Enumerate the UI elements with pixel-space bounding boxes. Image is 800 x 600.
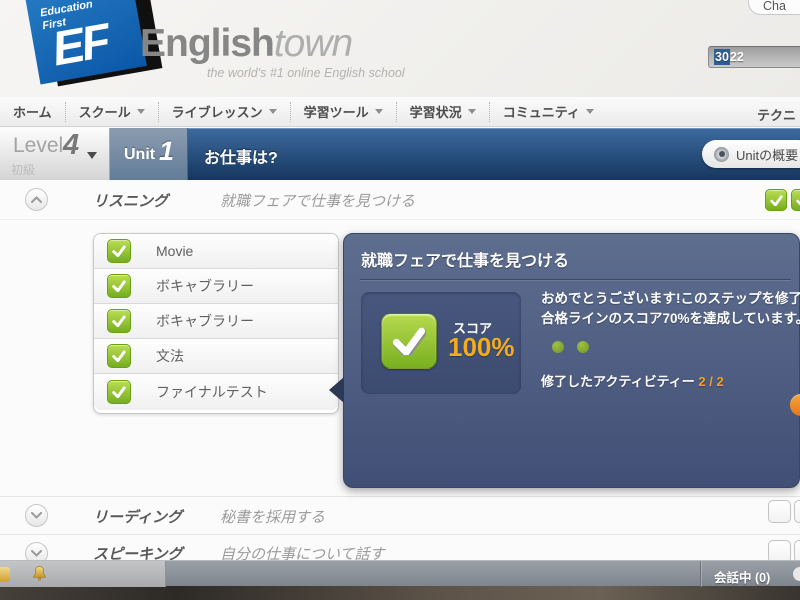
unit-bar: Level 4 初級 Unit 1 お仕事は? Unitの概要 <box>0 128 800 180</box>
level-label: Level <box>13 134 64 157</box>
chat-status-label[interactable]: 会話中 (0) <box>714 567 770 586</box>
main-nav: ホーム スクール ライブレッスン 学習ツール 学習状況 コミュニティ テクニ <box>0 97 800 127</box>
chevron-down-icon <box>136 109 145 114</box>
chevron-down-icon <box>374 109 383 114</box>
unit-title: お仕事は? <box>204 150 278 167</box>
activity-row-movie[interactable]: Movie <box>94 234 338 269</box>
activity-dot-icon <box>577 341 589 353</box>
section-subtitle: 就職フェアで仕事を見つける <box>220 193 416 210</box>
chevron-down-icon <box>31 512 42 519</box>
completed-check-icon <box>107 239 131 263</box>
completed-activities: 修了したアクティビティー 2 / 2 <box>541 371 724 390</box>
chat-button[interactable]: Cha <box>748 0 800 15</box>
desktop-background-strip <box>0 586 800 600</box>
activity-label: Movie <box>156 243 194 259</box>
chevron-down-icon <box>87 152 97 159</box>
completed-activities-label: 修了したアクティビティー <box>541 374 695 389</box>
nav-item-label: コミュニティ <box>502 105 580 120</box>
school-id-rest-text: 22 <box>729 50 744 64</box>
level-sublabel: 初級 <box>11 163 36 177</box>
nav-item-label: ホーム <box>13 105 52 120</box>
nav-item-live-lesson[interactable]: ライブレッスン <box>157 101 290 122</box>
unit-overview-label: Unitの概要 <box>736 147 799 163</box>
next-button-partial[interactable] <box>790 394 800 416</box>
unit-number: 1 <box>159 136 175 166</box>
section-subtitle: 秘書を採用する <box>220 509 326 526</box>
completed-check-icon <box>107 380 131 404</box>
chat-status-bar: 会話中 (0) <box>0 560 800 587</box>
score-box: スコア 100% <box>361 292 521 394</box>
unit-tab[interactable]: Unit 1 <box>110 128 188 180</box>
activity-label: ボキャブラリー <box>156 313 254 329</box>
notification-icon[interactable] <box>0 567 10 582</box>
congrats-message-line1: おめでとうございます!このステップを修了しま <box>541 291 800 306</box>
activity-row-grammar[interactable]: 文法 <box>94 339 338 374</box>
activity-dot-icon <box>552 341 564 353</box>
chevron-down-icon <box>31 550 42 557</box>
nav-item-progress[interactable]: 学習状況 <box>395 101 489 122</box>
collapse-button[interactable] <box>25 188 48 211</box>
nav-item-community[interactable]: コミュニティ <box>488 101 607 122</box>
activity-label: 文法 <box>156 348 184 364</box>
level-selector[interactable]: Level 4 初級 <box>0 128 110 180</box>
nav-item-label: スクール <box>78 105 131 120</box>
chevron-down-icon <box>268 109 277 114</box>
school-id-selected-text: 30 <box>714 49 730 65</box>
unit-label: Unit <box>124 146 156 163</box>
result-popup: 就職フェアで仕事を見つける スコア 100% おめでとうございます!このステップ… <box>343 233 800 488</box>
englishtown-app: Education First EF Englishtown the world… <box>0 0 800 600</box>
brand-town: town <box>273 22 353 65</box>
congrats-message-line2: 合格ラインのスコア70%を達成しています。 <box>541 311 800 326</box>
chevron-down-icon <box>467 109 476 114</box>
popup-title: 就職フェアで仕事を見つける <box>361 253 570 270</box>
activity-list: Movie ボキャブラリー ボキャブラリー 文法 ファイナルテスト <box>93 233 339 414</box>
school-id-input[interactable]: 30 22 <box>708 46 800 68</box>
level-number: 4 <box>63 129 80 161</box>
brand-tagline: the world's #1 online English school <box>207 66 405 80</box>
completed-check-icon <box>791 189 800 211</box>
activity-row-vocabulary-2[interactable]: ボキャブラリー <box>94 304 338 339</box>
completed-activities-count: 2 / 2 <box>698 374 724 389</box>
status-bar-left-segment <box>0 561 166 587</box>
site-header: Education First EF Englishtown the world… <box>0 0 800 98</box>
success-check-icon <box>381 313 437 369</box>
chevron-up-icon <box>31 196 42 203</box>
nav-item-study-tools[interactable]: 学習ツール <box>289 101 396 122</box>
nav-item-school[interactable]: スクール <box>64 101 158 122</box>
activity-row-final-test[interactable]: ファイナルテスト <box>94 374 338 410</box>
incomplete-checkbox <box>794 500 800 523</box>
completed-check-icon <box>107 274 131 298</box>
section-row-listening[interactable]: リスニング 就職フェアで仕事を見つける <box>0 180 800 220</box>
section-title: リスニング <box>93 193 169 210</box>
eye-icon <box>714 146 729 162</box>
chevron-down-icon <box>585 109 594 114</box>
activity-label: ファイナルテスト <box>156 384 268 400</box>
chat-toggle-icon[interactable] <box>793 567 800 581</box>
nav-item-label: ライブレッスン <box>171 105 263 120</box>
section-title: リーディング <box>93 509 182 526</box>
nav-item-label: 学習状況 <box>409 105 462 120</box>
expand-button[interactable] <box>25 504 48 527</box>
activity-label: ボキャブラリー <box>156 278 254 294</box>
divider <box>700 561 701 587</box>
brand-english: English <box>140 22 275 65</box>
incomplete-checkbox <box>768 500 791 523</box>
nav-item-label: 学習ツール <box>303 105 369 120</box>
score-value: 100% <box>448 332 515 362</box>
brand-wordmark: Englishtown <box>140 22 353 66</box>
nav-item-home[interactable]: ホーム <box>0 102 65 122</box>
completed-check-icon <box>107 344 131 368</box>
divider <box>360 279 791 280</box>
ef-lettermark: EF <box>48 14 112 77</box>
section-row-reading[interactable]: リーディング 秘書を採用する <box>0 496 800 535</box>
unit-overview-button[interactable]: Unitの概要 <box>702 140 800 168</box>
activity-row-vocabulary-1[interactable]: ボキャブラリー <box>94 269 338 304</box>
completed-check-icon <box>107 309 131 333</box>
nav-item-tech-support[interactable]: テクニ <box>757 105 796 124</box>
completed-check-icon <box>765 189 787 211</box>
bell-icon[interactable] <box>30 564 49 583</box>
popup-pointer-arrow <box>329 377 344 403</box>
